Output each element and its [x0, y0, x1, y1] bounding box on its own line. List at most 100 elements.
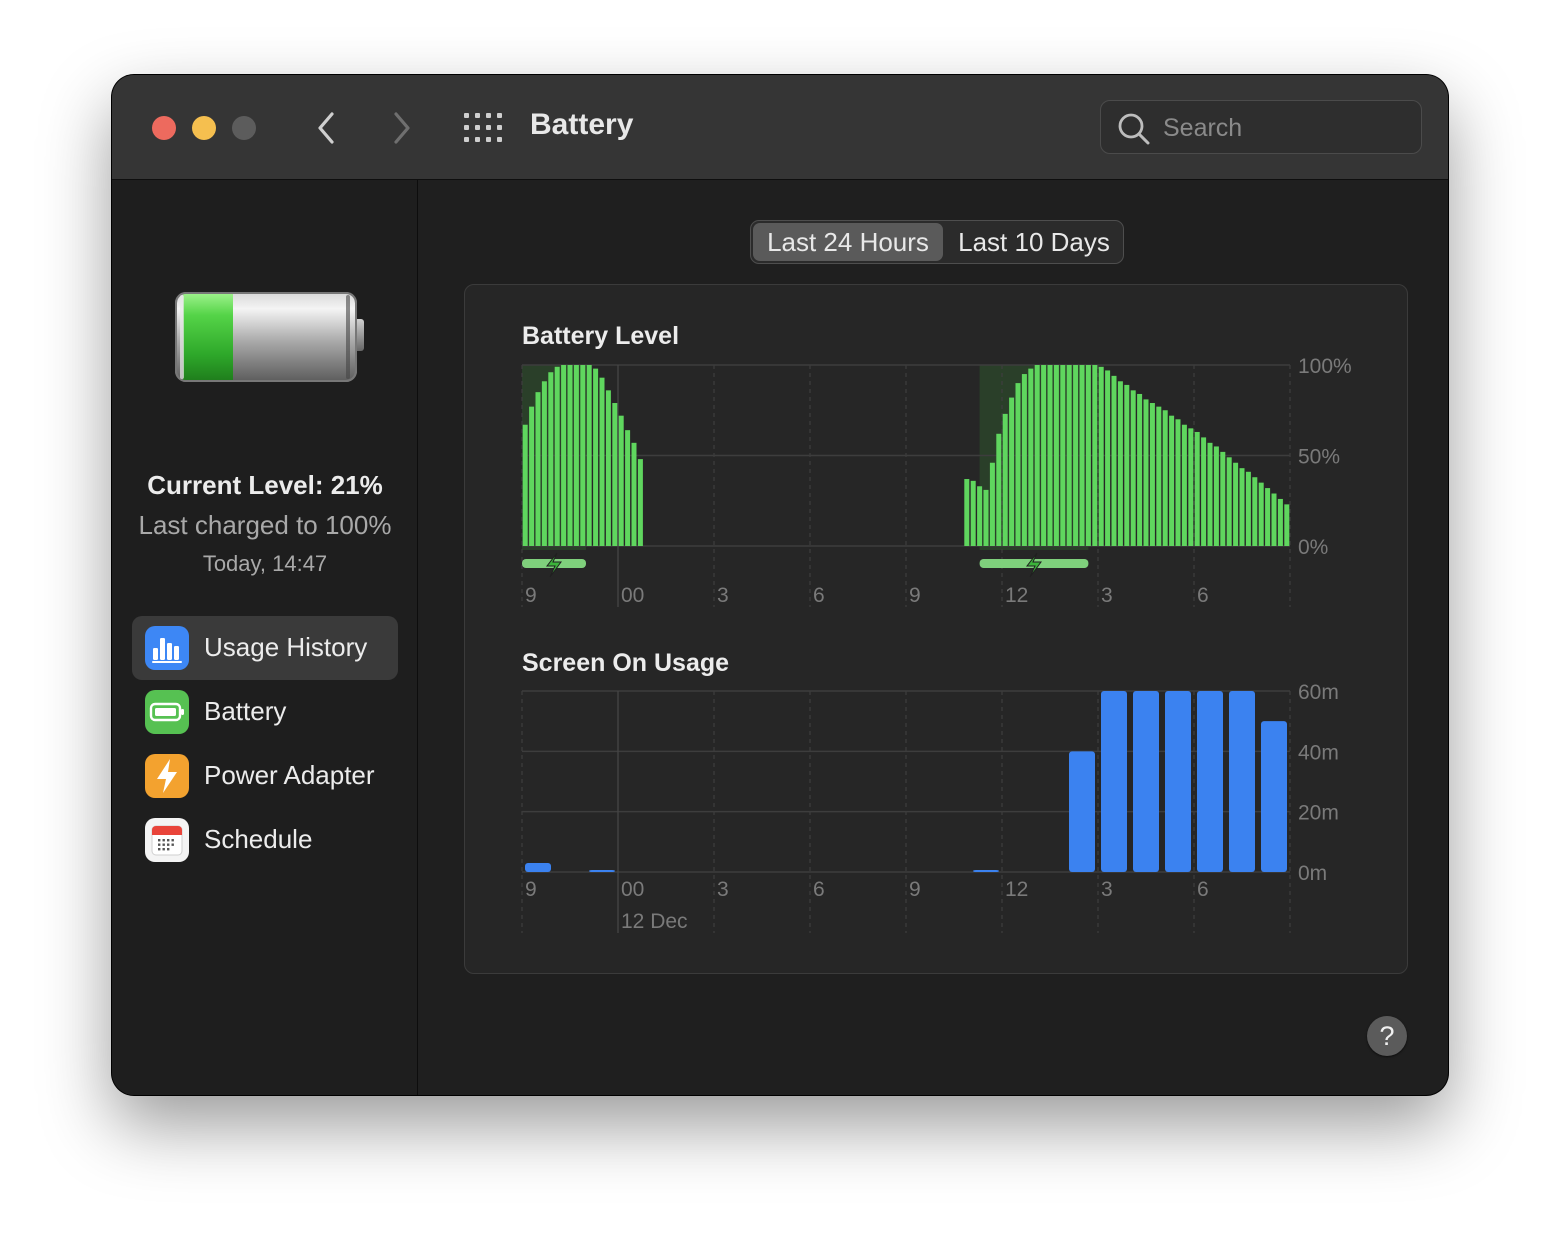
battery-level-bar	[612, 403, 618, 546]
forward-button[interactable]	[386, 110, 416, 146]
battery-level-bar	[541, 381, 547, 546]
battery-level-bar	[1265, 488, 1271, 546]
last-charged-text: Last charged to 100%	[138, 510, 392, 540]
x-tick-label: 00	[621, 584, 644, 607]
chevron-right-icon	[394, 112, 410, 144]
battery-level-bar	[605, 390, 611, 546]
screen-usage-bar	[1229, 691, 1255, 872]
battery-level-bar	[1277, 498, 1283, 546]
sidebar-item-usage-history[interactable]: Usage History	[132, 616, 398, 680]
zoom-button[interactable]	[232, 116, 256, 140]
battery-level-bar	[983, 489, 989, 546]
battery-level-bar	[625, 430, 631, 546]
battery-level-bar	[1213, 446, 1219, 546]
battery-level-bar	[1207, 442, 1213, 546]
sidebar-item-label: Schedule	[204, 824, 313, 854]
battery-level-bar	[1130, 390, 1136, 546]
x-tick-label: 12	[1005, 584, 1028, 607]
battery-level-bar	[977, 486, 983, 546]
title-bar: Battery	[112, 75, 1448, 180]
battery-level-bar	[1233, 462, 1239, 546]
x-tick-label: 6	[813, 878, 825, 901]
battery-level-bar	[580, 365, 586, 546]
search-input[interactable]	[1161, 109, 1415, 147]
back-button[interactable]	[312, 110, 342, 146]
x-tick-label: 6	[1197, 584, 1209, 607]
y-tick-label: 0%	[1298, 536, 1328, 559]
battery-level-bar	[1284, 504, 1290, 546]
charging-period-shading	[979, 365, 1089, 550]
charging-bolt-icon	[545, 552, 562, 578]
battery-level-bar	[1034, 365, 1040, 546]
x-tick-label: 3	[717, 878, 729, 901]
y-tick-label: 40m	[1298, 741, 1339, 764]
y-tick-label: 100%	[1298, 355, 1352, 378]
battery-level-bar	[1226, 457, 1232, 546]
battery-level-bar	[1271, 493, 1277, 546]
battery-level-graphic	[175, 292, 364, 382]
battery-level-bar	[1066, 365, 1072, 546]
battery-level-bar	[1258, 482, 1264, 546]
battery-level-bar	[1021, 374, 1027, 546]
sidebar-item-label: Usage History	[204, 632, 368, 662]
sidebar-item-label: Power Adapter	[204, 760, 375, 790]
sidebar-item-battery[interactable]: Battery	[132, 680, 398, 744]
bar-chart-icon	[145, 626, 189, 670]
x-tick-label: 9	[525, 878, 537, 901]
search-icon	[1118, 113, 1150, 145]
battery-level-bar	[1073, 365, 1079, 546]
battery-level-bar	[1085, 365, 1091, 546]
battery-level-bar	[1149, 403, 1155, 546]
battery-level-bar	[593, 368, 599, 546]
screen-usage-bar	[1197, 691, 1223, 872]
sidebar-item-label: Battery	[204, 696, 287, 726]
last-charged-time: Today, 14:47	[202, 551, 328, 576]
sidebar-item-power-adapter[interactable]: Power Adapter	[132, 744, 398, 808]
battery-level-bar	[618, 415, 624, 546]
x-tick-label: 3	[1101, 878, 1113, 901]
battery-level-bar	[1079, 365, 1085, 546]
battery-level-bar	[1188, 428, 1194, 546]
show-all-button[interactable]	[464, 113, 502, 143]
battery-level-bar	[1041, 365, 1047, 546]
battery-level-bar	[1194, 431, 1200, 546]
tab-last-24-hours[interactable]: Last 24 Hours	[753, 223, 943, 261]
screen-usage-bar	[1133, 691, 1159, 872]
help-button[interactable]: ?	[1367, 1016, 1407, 1056]
battery-level-bar	[567, 365, 573, 546]
battery-level-bar	[1169, 415, 1175, 546]
battery-level-bar	[1143, 399, 1149, 546]
screen-usage-bar	[525, 862, 551, 872]
usage-charts-panel: Battery Level 100% 50% 0% 9 00 3 6 9 12 3 6 Screen O…	[464, 284, 1408, 974]
lightning-icon	[145, 754, 189, 798]
sidebar: Current Level: 21% Last charged to 100% …	[112, 180, 418, 1095]
battery-level-bar	[586, 365, 592, 546]
tab-last-10-days[interactable]: Last 10 Days	[947, 223, 1121, 261]
current-level-text: Current Level: 21%	[147, 470, 383, 500]
screen-usage-bar	[1069, 751, 1095, 872]
battery-level-bar	[1220, 451, 1226, 546]
battery-level-bar	[554, 366, 560, 546]
x-tick-label: 12	[1005, 878, 1028, 901]
battery-level-bar	[1053, 365, 1059, 546]
time-range-segmented-control: Last 24 Hours Last 10 Days	[750, 220, 1124, 264]
x-tick-label: 9	[909, 878, 921, 901]
battery-level-bar	[1092, 365, 1098, 546]
x-tick-label: 3	[717, 584, 729, 607]
battery-level-bar	[1047, 365, 1053, 546]
battery-level-bar	[548, 372, 554, 546]
battery-level-bar	[1181, 424, 1187, 546]
battery-level-bar	[970, 480, 976, 546]
battery-preferences-window: Battery Search Current Level: 21% Last c…	[112, 75, 1448, 1095]
sidebar-item-schedule[interactable]: Schedule	[132, 808, 398, 872]
battery-level-bar	[522, 424, 528, 546]
close-button[interactable]	[152, 116, 176, 140]
battery-level-bar	[1117, 381, 1123, 546]
y-tick-label: 20m	[1298, 802, 1339, 825]
minimize-button[interactable]	[192, 116, 216, 140]
search-field[interactable]	[1100, 100, 1422, 154]
battery-level-bar	[1015, 383, 1021, 546]
y-tick-label: 0m	[1298, 862, 1327, 885]
screen-usage-bar	[1165, 691, 1191, 872]
battery-level-bar	[1252, 477, 1258, 546]
